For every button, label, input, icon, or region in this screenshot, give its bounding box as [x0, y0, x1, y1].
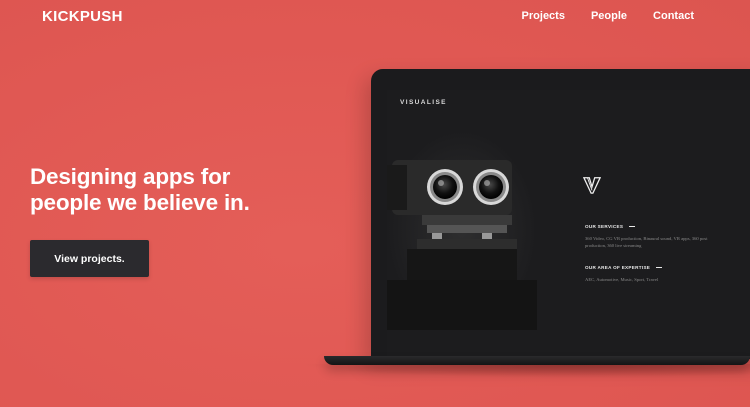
heading-dash	[629, 226, 636, 227]
hero-headline-line-2: people we believe in.	[30, 190, 250, 215]
kickpush-logo[interactable]: KICKPUSH	[42, 8, 123, 25]
laptop-shadow	[300, 364, 750, 378]
laptop-mockup: VISUALISE OUR SERVICES 360 Video, CG VR …	[371, 69, 750, 359]
expertise-heading: OUR AREA OF EXPERTISE	[585, 265, 725, 270]
hero-headline: Designing apps for people we believe in.	[30, 164, 250, 216]
laptop-base	[324, 356, 750, 365]
nav-contact-link[interactable]: Contact	[653, 10, 694, 22]
main-nav: Projects People Contact	[522, 10, 694, 22]
vr-camera-image	[387, 130, 537, 330]
landing-page: KICKPUSH Projects People Contact Designi…	[0, 0, 750, 407]
hero-headline-line-1: Designing apps for	[30, 164, 231, 189]
view-projects-button[interactable]: View projects.	[30, 240, 149, 277]
expertise-text: AEC, Automotive, Music, Sport, Travel	[585, 277, 659, 282]
nav-projects-link[interactable]: Projects	[522, 10, 565, 22]
expertise-heading-text: OUR AREA OF EXPERTISE	[585, 265, 651, 270]
laptop-screen: VISUALISE OUR SERVICES 360 Video, CG VR …	[387, 90, 750, 358]
services-heading: OUR SERVICES	[585, 224, 725, 229]
services-heading-text: OUR SERVICES	[585, 224, 624, 229]
visualise-brand: VISUALISE	[400, 99, 447, 106]
services-text: 360 Video, CG VR production, Binaural so…	[585, 236, 708, 248]
heading-dash	[656, 267, 663, 268]
nav-people-link[interactable]: People	[591, 10, 627, 22]
visualise-v-logo-icon	[583, 177, 601, 194]
services-section: OUR SERVICES 360 Video, CG VR production…	[585, 224, 725, 249]
expertise-section: OUR AREA OF EXPERTISE AEC, Automotive, M…	[585, 265, 725, 283]
laptop-lid: VISUALISE OUR SERVICES 360 Video, CG VR …	[371, 69, 750, 359]
